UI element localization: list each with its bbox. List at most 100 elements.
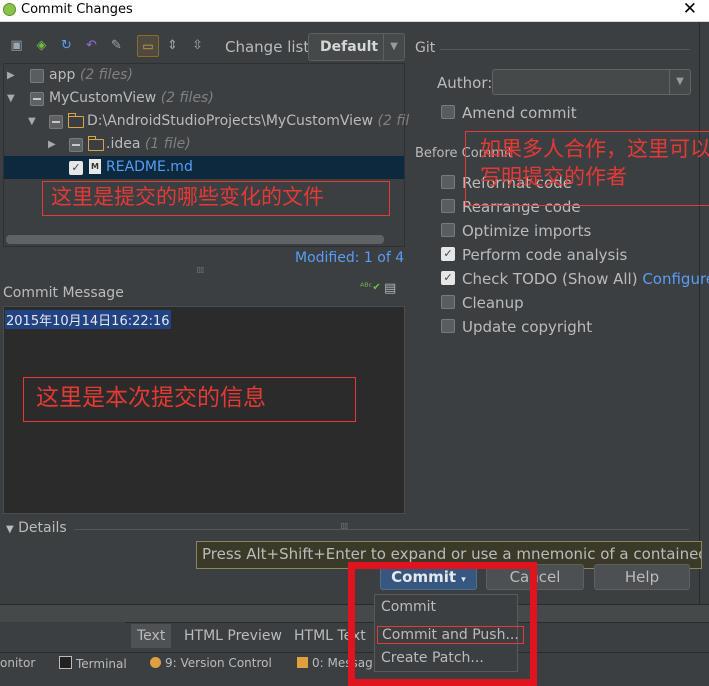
terminal-label: Terminal [76,657,127,671]
move-to-changelist-icon[interactable]: ◈ [33,37,50,54]
option-label: Optimize imports [462,222,592,240]
collapse-arrow-icon[interactable]: ▼ [7,87,15,110]
group-by-directory-icon[interactable]: ▭ [137,35,159,57]
tool-window-terminal[interactable]: Terminal [59,656,127,671]
details-toggle[interactable]: ▼ Details [6,520,67,536]
tree-row-text: .idea (1 file) [106,133,191,156]
tab-text[interactable]: Text [131,624,172,648]
row-checkbox[interactable] [30,92,44,106]
modified-count: Modified: 1 of 4 [295,250,405,266]
tree-row-name: README.md [106,159,193,175]
rollback-icon[interactable]: ↶ [83,37,100,54]
tool-window-monitor[interactable]: onitor [0,656,35,670]
folder-icon [68,113,84,128]
commit-history-icon[interactable]: ▤ [384,281,400,297]
option-checkbox-checked[interactable]: ✓ [441,271,455,285]
option-checkbox[interactable] [441,199,455,213]
configure-link[interactable]: Configure [642,270,709,288]
show-diff-icon[interactable]: ▣ [8,37,25,54]
spellcheck-icon[interactable]: ᴬᴮᶜ✔ [360,282,381,293]
option-checkbox[interactable] [441,295,455,309]
splitter-grip[interactable]: ⁞⁞⁞⁞ [340,522,349,532]
tree-row-count: (2 files) [160,90,214,106]
refresh-icon[interactable]: ↻ [58,37,75,54]
row-checkbox-checked[interactable]: ✓ [69,161,83,175]
commit-message-label: Commit Message [3,285,124,301]
tree-row-name: MyCustomView [49,90,157,106]
help-button[interactable]: Help [594,564,690,590]
tree-row-mycustomview[interactable]: ▼ MyCustomView (2 files) [4,87,404,110]
version-control-icon [150,657,161,668]
tree-row-app[interactable]: ▶ app (2 files) [4,64,404,87]
annotation-author: 如果多人合作，这里可以写明提交的作者 [465,131,709,206]
expand-arrow-icon[interactable]: ▶ [48,133,56,156]
tab-html-preview[interactable]: HTML Preview [178,624,288,648]
window-title: Commit Changes [21,2,133,17]
ide-background-edge [699,22,709,604]
annotation-files: 这里是提交的哪些变化的文件 [42,181,390,216]
tree-row-text: D:\AndroidStudioProjects\MyCustomView (2… [87,110,409,133]
markdown-file-icon: M [89,159,101,174]
tree-row-project-path[interactable]: ▼ D:\AndroidStudioProjects\MyCustomView … [4,110,409,133]
option-check-todo[interactable]: ✓ Check TODO (Show All) Configure [441,270,709,290]
option-label: Update copyright [462,318,593,336]
changelist-label: Change list: [225,38,315,56]
author-label: Author: [437,74,493,92]
tree-row-name: .idea [106,136,141,152]
messages-icon [297,657,308,668]
divider [74,529,689,530]
collapse-arrow-icon[interactable]: ▼ [28,110,36,133]
tool-window-version-control[interactable]: 9: Version Control [150,656,272,670]
commit-message-text: 2015年10月14日16:22:16 [5,310,171,329]
title-bar: Commit Changes ✕ [0,0,709,22]
folder-icon [88,136,104,151]
chevron-down-icon: ▼ [383,34,404,60]
amend-commit-option[interactable]: Amend commit [441,104,577,124]
option-checkbox[interactable] [441,319,455,333]
tree-row-count: (2 files) [79,67,133,83]
amend-checkbox[interactable] [441,105,455,119]
changes-tree: ▶ app (2 files) ▼ MyCustomView (2 files)… [3,63,409,247]
collapse-arrow-icon: ▼ [6,524,14,535]
option-optimize-imports[interactable]: Optimize imports [441,222,591,242]
option-label: Perform code analysis [462,246,628,264]
option-checkbox[interactable] [441,175,455,189]
edit-source-icon[interactable]: ✎ [108,37,125,54]
author-input[interactable]: ▼ [492,69,691,95]
row-checkbox[interactable] [30,69,44,83]
option-checkbox-checked[interactable]: ✓ [441,247,455,261]
tree-row-idea[interactable]: ▶ .idea (1 file) [4,133,404,156]
expand-arrow-icon[interactable]: ▶ [7,64,15,87]
tree-row-text: MyCustomView (2 files) [49,87,214,110]
git-section-label: Git [415,40,436,56]
splitter-grip[interactable]: ⁞⁞⁞⁞ [196,266,205,276]
chevron-down-icon[interactable]: ▼ [669,70,690,94]
tree-row-text: app (2 files) [49,64,133,87]
divider [440,49,690,50]
tree-row-name: app [49,67,76,83]
changelist-value: Default [320,39,379,55]
tree-row-count: (1 file) [144,136,191,152]
option-checkbox[interactable] [441,223,455,237]
row-checkbox[interactable] [69,138,83,152]
version-control-label: 9: Version Control [165,656,272,670]
details-label: Details [18,520,67,536]
option-label: Check TODO (Show All) [462,270,638,288]
collapse-all-icon[interactable]: ⇳ [189,37,206,54]
annotation-message: 这里是本次提交的信息 [23,377,356,422]
option-perform-code-analysis[interactable]: ✓ Perform code analysis [441,246,627,266]
tree-row-readme[interactable]: ✓ M README.md [4,156,404,179]
tree-row-count: (2 fil [377,113,410,129]
changelist-select[interactable]: Default ▼ [308,33,405,61]
option-update-copyright[interactable]: Update copyright [441,318,592,338]
android-studio-icon [3,3,16,16]
horizontal-scrollbar[interactable] [6,235,384,244]
amend-label: Amend commit [462,104,577,122]
expand-all-icon[interactable]: ⇕ [164,37,181,54]
annotation-commit-highlight [348,562,537,686]
row-checkbox[interactable] [49,115,63,129]
terminal-icon [59,656,72,669]
tree-row-name: D:\AndroidStudioProjects\MyCustomView [87,113,374,129]
close-icon[interactable]: ✕ [683,0,697,19]
option-cleanup[interactable]: Cleanup [441,294,524,314]
